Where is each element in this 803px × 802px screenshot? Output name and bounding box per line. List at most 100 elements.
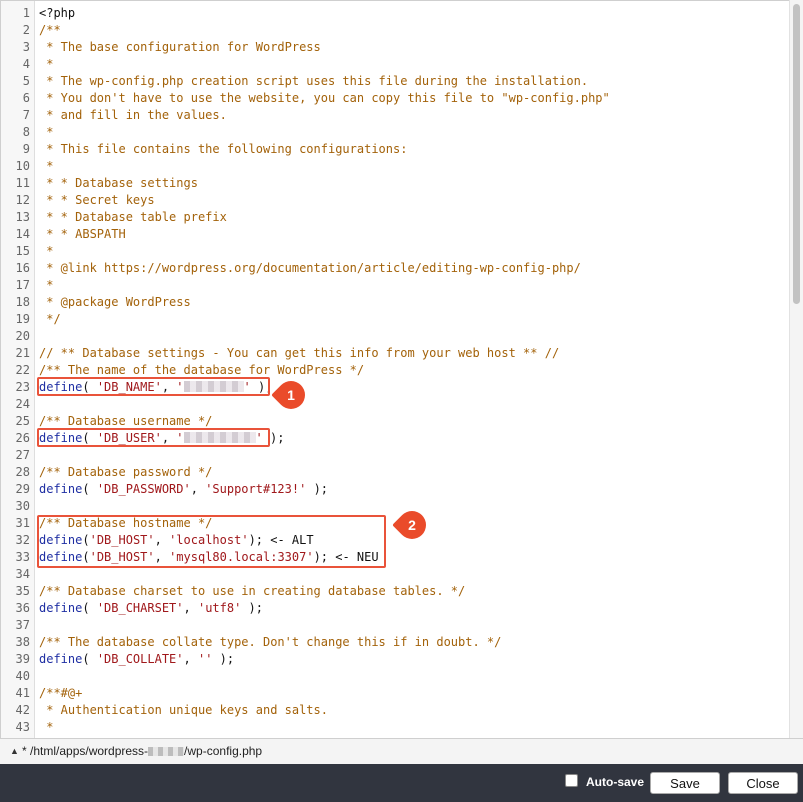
line-code: * (39, 158, 53, 175)
line-number: 13 (15, 210, 30, 224)
code-token: * (39, 720, 54, 734)
save-button[interactable]: Save (650, 772, 720, 794)
code-line[interactable]: 23 define( 'DB_NAME', ' ' ); (1, 379, 790, 396)
annotation-badge-2: 2 (392, 505, 432, 545)
line-code: /**#@+ (39, 685, 82, 702)
code-line[interactable]: 5 * The wp-config.php creation script us… (1, 73, 790, 90)
line-number: 26 (15, 431, 30, 445)
code-token: /** (39, 23, 61, 37)
code-line[interactable]: 12 * * Secret keys (1, 192, 790, 209)
line-number: 10 (15, 159, 30, 173)
code-token: /**#@+ (39, 686, 83, 700)
code-line[interactable]: 21 // ** Database settings - You can get … (1, 345, 790, 362)
line-code: define('DB_HOST', 'localhost'); <- ALT (39, 532, 314, 549)
code-line[interactable]: 20 (1, 328, 790, 345)
line-code: * * Database settings (39, 175, 198, 192)
code-line[interactable]: 2 /** (1, 22, 790, 39)
code-line[interactable]: 10 * (1, 158, 790, 175)
code-line[interactable]: 24 (1, 396, 790, 413)
code-line[interactable]: 9 * This file contains the following con… (1, 141, 790, 158)
code-token: ( (82, 482, 97, 496)
line-number: 21 (15, 346, 30, 360)
code-line[interactable]: 30 (1, 498, 790, 515)
autosave-label[interactable]: Auto-save (586, 775, 644, 789)
line-number: 14 (15, 227, 30, 241)
code-line[interactable]: 22 /** The name of the database for WordP… (1, 362, 790, 379)
status-bar: ▲ * /html/apps/wordpress-/wp-config.php (0, 738, 803, 764)
code-line[interactable]: 8 * (1, 124, 790, 141)
code-line[interactable]: 19 */ (1, 311, 790, 328)
code-line[interactable]: 7 * and fill in the values. (1, 107, 790, 124)
close-button[interactable]: Close (728, 772, 798, 794)
code-line[interactable]: 26 define( 'DB_USER', ' ' ); (1, 430, 790, 447)
code-editor[interactable]: 1 <?php 2 /** 3 * The base configuration for… (0, 0, 790, 738)
vertical-scrollbar[interactable] (789, 0, 803, 738)
code-line[interactable]: 3 * The base configuration for WordPress (1, 39, 790, 56)
code-line[interactable]: 15 * (1, 243, 790, 260)
code-line[interactable]: 6 * You don't have to use the website, y… (1, 90, 790, 107)
code-line[interactable]: 11 * * Database settings (1, 175, 790, 192)
line-code: * * Secret keys (39, 192, 154, 209)
line-number: 15 (15, 244, 30, 258)
line-code: * @link https://wordpress.org/documentat… (39, 260, 581, 277)
line-code: /** The name of the database for WordPre… (39, 362, 364, 379)
code-token: define (39, 601, 83, 615)
code-line[interactable]: 1 <?php (1, 5, 790, 22)
code-token: , (183, 652, 198, 666)
code-line[interactable]: 41 /**#@+ (1, 685, 790, 702)
code-line[interactable]: 40 (1, 668, 790, 685)
code-token: /** Database hostname */ (39, 516, 213, 530)
code-line[interactable]: 13 * * Database table prefix (1, 209, 790, 226)
line-number: 23 (15, 380, 30, 394)
code-line[interactable]: 4 * (1, 56, 790, 73)
code-line[interactable]: 29 define( 'DB_PASSWORD', 'Support#123!' … (1, 481, 790, 498)
code-token: , (190, 482, 206, 496)
line-code: * (39, 243, 53, 260)
code-token: 'mysql80.local:3307' (169, 550, 314, 564)
code-token: ( (82, 601, 97, 615)
code-token: * * ABSPATH (39, 227, 126, 241)
line-code: * You don't have to use the website, you… (39, 90, 610, 107)
code-token: ( (82, 652, 97, 666)
line-code: * Authentication unique keys and salts. (39, 702, 328, 719)
line-number: 22 (15, 363, 30, 377)
line-code: <?php (39, 5, 75, 22)
code-token: * (39, 125, 54, 139)
line-number: 36 (15, 601, 30, 615)
code-line[interactable]: 25 /** Database username */ (1, 413, 790, 430)
code-token: ( (82, 550, 90, 564)
code-token: * and fill in the values. (39, 108, 227, 122)
code-line[interactable]: 27 (1, 447, 790, 464)
code-line[interactable]: 35 /** Database charset to use in creatin… (1, 583, 790, 600)
code-line[interactable]: 39 define( 'DB_COLLATE', '' ); (1, 651, 790, 668)
code-line[interactable]: 43 * (1, 719, 790, 736)
line-number: 6 (22, 91, 30, 105)
code-token: * (39, 244, 54, 258)
line-code: /** Database password */ (39, 464, 212, 481)
line-code: define( 'DB_COLLATE', '' ); (39, 651, 234, 668)
line-number: 7 (22, 108, 30, 122)
code-token: , (183, 601, 198, 615)
code-line[interactable]: 36 define( 'DB_CHARSET', 'utf8' ); (1, 600, 790, 617)
line-code: * @package WordPress (39, 294, 191, 311)
code-token: define (39, 482, 83, 496)
code-line[interactable]: 33 define('DB_HOST', 'mysql80.local:3307'… (1, 549, 790, 566)
code-line[interactable]: 18 * @package WordPress (1, 294, 790, 311)
code-token: ' (243, 380, 251, 394)
code-line[interactable]: 17 * (1, 277, 790, 294)
code-line[interactable]: 34 (1, 566, 790, 583)
line-number: 9 (22, 142, 30, 156)
code-line[interactable]: 38 /** The database collate type. Don't c… (1, 634, 790, 651)
redacted-path-segment (148, 747, 185, 756)
code-line[interactable]: 32 define('DB_HOST', 'localhost'); <- ALT (1, 532, 790, 549)
code-line[interactable]: 16 * @link https://wordpress.org/documen… (1, 260, 790, 277)
line-code: define('DB_HOST', 'mysql80.local:3307');… (39, 549, 379, 566)
code-line[interactable]: 37 (1, 617, 790, 634)
code-line[interactable]: 28 /** Database password */ (1, 464, 790, 481)
editor-footer: Auto-save Save Close (0, 764, 803, 802)
scrollbar-thumb[interactable] (793, 4, 800, 304)
code-line[interactable]: 42 * Authentication unique keys and salt… (1, 702, 790, 719)
code-token: ( (82, 533, 90, 547)
autosave-checkbox[interactable] (565, 774, 578, 787)
code-line[interactable]: 14 * * ABSPATH (1, 226, 790, 243)
